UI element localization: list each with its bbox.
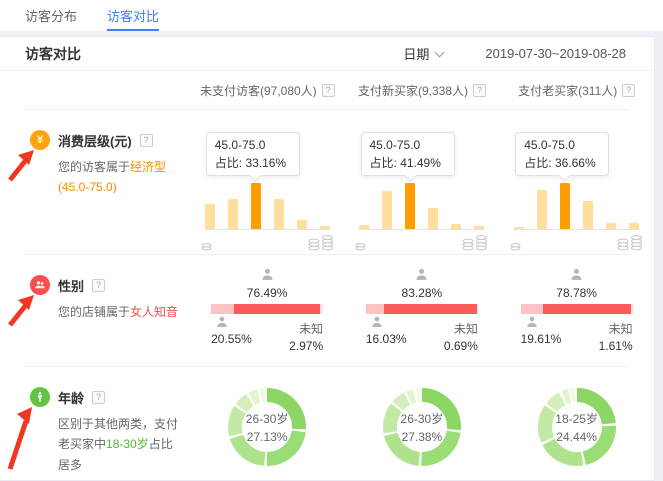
section-subtitle: 您的店铺属于女人知音 bbox=[58, 302, 180, 322]
age-top-segment-value: 24.44% bbox=[556, 430, 597, 444]
red-annotation-arrow-icon bbox=[2, 138, 48, 184]
date-filter-label: 日期 bbox=[403, 44, 429, 63]
gender-row: 性别 ? 您的店铺属于女人知音 76.49% 20.55% 未知 2.97% bbox=[0, 255, 654, 366]
tab-visitor-distribution[interactable]: 访客分布 bbox=[25, 0, 77, 31]
column-header-new-buyers: 支付新买家(9,338人) ? bbox=[345, 82, 500, 99]
visitor-comparison-panel: 访客对比 日期 2019-07-30~2019-08-28 未支付访客(97,0… bbox=[0, 36, 655, 481]
date-filter-dropdown[interactable]: 日期 bbox=[403, 44, 443, 63]
unknown-label: 未知 bbox=[444, 320, 478, 337]
gender-cell-unpaid: 76.49% 20.55% 未知 2.97% bbox=[190, 255, 345, 366]
female-percentage: 78.78% bbox=[521, 286, 633, 300]
tab-visitor-comparison[interactable]: 访客对比 bbox=[107, 0, 159, 31]
column-headers: 未支付访客(97,080人) ? 支付新买家(9,338人) ? 支付老买家(3… bbox=[0, 71, 654, 109]
age-top-segment-value: 27.38% bbox=[402, 430, 443, 444]
age-cell-new-buyers: 26-30岁 27.38% bbox=[345, 367, 500, 480]
age-top-segment-label: 26-30岁 bbox=[401, 410, 444, 427]
help-icon[interactable]: ? bbox=[140, 134, 153, 147]
male-percentage: 19.61% bbox=[521, 332, 562, 346]
gender-stacked-bar bbox=[521, 304, 633, 314]
price-level-axis bbox=[510, 233, 643, 251]
age-top-segment-label: 26-30岁 bbox=[246, 410, 289, 427]
coins-large-icon bbox=[617, 233, 643, 251]
age-label: 年龄 ? 区别于其他两类，支付老买家中18-30岁占比居多 bbox=[0, 367, 190, 480]
gender-stacked-bar bbox=[366, 304, 478, 314]
section-subtitle: 区别于其他两类，支付老买家中18-30岁占比居多 bbox=[58, 414, 180, 475]
gender-cell-repeat-buyers: 78.78% 19.61% 未知 1.61% bbox=[499, 255, 654, 366]
unknown-percentage: 2.97% bbox=[289, 339, 323, 353]
section-title: 年龄 bbox=[58, 388, 84, 407]
section-title: 消费层级(元) bbox=[58, 131, 132, 150]
male-icon bbox=[215, 315, 229, 329]
help-icon[interactable]: ? bbox=[473, 84, 486, 97]
red-annotation-arrow-icon bbox=[2, 395, 48, 473]
top-tab-bar: 访客分布 访客对比 bbox=[0, 0, 663, 31]
consumption-tooltip: 45.0-75.0 占比: 41.49% bbox=[361, 132, 455, 176]
consumption-level-row: ¥ 消费层级(元) ? 您的访客属于经济型(45.0-75.0) 45.0-75… bbox=[0, 110, 654, 254]
consumption-bar-chart bbox=[514, 184, 639, 230]
price-level-axis bbox=[355, 233, 488, 251]
help-icon[interactable]: ? bbox=[322, 84, 335, 97]
unknown-label: 未知 bbox=[289, 320, 323, 337]
consumption-level-label: ¥ 消费层级(元) ? 您的访客属于经济型(45.0-75.0) bbox=[0, 110, 190, 254]
consumption-tooltip: 45.0-75.0 占比: 33.16% bbox=[206, 132, 300, 176]
male-percentage: 20.55% bbox=[211, 332, 252, 346]
page-title: 访客对比 bbox=[25, 44, 81, 64]
consumption-tooltip: 45.0-75.0 占比: 36.66% bbox=[515, 132, 609, 176]
column-header-unpaid-visitors: 未支付访客(97,080人) ? bbox=[190, 82, 345, 99]
age-top-segment-label: 18-25岁 bbox=[555, 410, 598, 427]
female-percentage: 76.49% bbox=[211, 286, 323, 300]
date-range-value[interactable]: 2019-07-30~2019-08-28 bbox=[485, 46, 626, 61]
coins-small-icon bbox=[355, 242, 366, 251]
coins-small-icon bbox=[510, 242, 521, 251]
consumption-cell-unpaid: 45.0-75.0 占比: 33.16% bbox=[190, 110, 345, 254]
consumption-cell-repeat-buyers: 45.0-75.0 占比: 36.66% bbox=[499, 110, 654, 254]
coins-small-icon bbox=[201, 242, 212, 251]
male-icon bbox=[525, 315, 539, 329]
section-title: 性别 bbox=[58, 276, 84, 295]
chevron-down-icon bbox=[435, 47, 445, 57]
unknown-label: 未知 bbox=[599, 320, 633, 337]
price-level-axis bbox=[201, 233, 334, 251]
gender-cell-new-buyers: 83.28% 16.03% 未知 0.69% bbox=[345, 255, 500, 366]
female-icon bbox=[260, 267, 275, 282]
column-header-repeat-buyers: 支付老买家(311人) ? bbox=[499, 82, 654, 99]
female-icon bbox=[569, 267, 584, 282]
consumption-cell-new-buyers: 45.0-75.0 占比: 41.49% bbox=[345, 110, 500, 254]
help-icon[interactable]: ? bbox=[92, 279, 105, 292]
coins-large-icon bbox=[308, 233, 334, 251]
age-cell-unpaid: 26-30岁 27.13% bbox=[190, 367, 345, 480]
consumption-bar-chart bbox=[359, 184, 484, 230]
coins-large-icon bbox=[462, 233, 488, 251]
help-icon[interactable]: ? bbox=[92, 391, 105, 404]
age-top-segment-value: 27.13% bbox=[247, 430, 288, 444]
gender-label: 性别 ? 您的店铺属于女人知音 bbox=[0, 255, 190, 366]
section-subtitle: 您的访客属于经济型(45.0-75.0) bbox=[58, 157, 180, 198]
help-icon[interactable]: ? bbox=[622, 84, 635, 97]
unknown-percentage: 1.61% bbox=[599, 339, 633, 353]
unknown-percentage: 0.69% bbox=[444, 339, 478, 353]
female-icon bbox=[414, 267, 429, 282]
age-row: 年龄 ? 区别于其他两类，支付老买家中18-30岁占比居多 26-30岁 27.… bbox=[0, 367, 654, 480]
consumption-bar-chart bbox=[205, 184, 330, 230]
red-annotation-arrow-icon bbox=[2, 283, 48, 329]
gender-stacked-bar bbox=[211, 304, 323, 314]
male-icon bbox=[370, 315, 384, 329]
male-percentage: 16.03% bbox=[366, 332, 407, 346]
panel-header: 访客对比 日期 2019-07-30~2019-08-28 bbox=[0, 37, 654, 71]
female-percentage: 83.28% bbox=[366, 286, 478, 300]
age-cell-repeat-buyers: 18-25岁 24.44% bbox=[499, 367, 654, 480]
